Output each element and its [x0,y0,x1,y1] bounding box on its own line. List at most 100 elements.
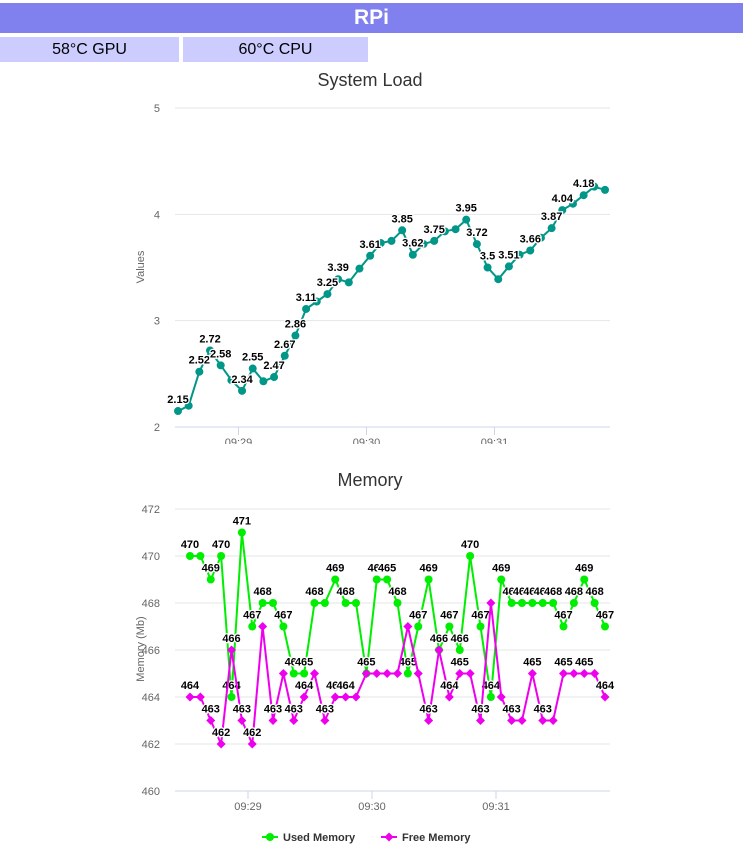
data-label: 465 [378,563,396,575]
data-point [476,622,485,631]
data-label: 465 [357,657,375,669]
data-point [497,575,506,584]
data-point [601,622,609,631]
data-label: 463 [285,704,303,716]
data-point [372,669,382,678]
data-point [279,622,288,631]
data-point [300,669,309,678]
data-point [424,575,433,584]
data-point [455,646,464,654]
data-point [344,278,353,287]
data-label: 468 [388,586,406,598]
data-point [341,599,350,607]
data-point [393,599,402,607]
data-point [445,622,454,631]
data-label: 2.72 [199,333,220,345]
data-label: 465 [451,657,469,669]
y-axis-title: Values [135,250,147,283]
data-label: 2.86 [285,319,306,331]
data-point [590,669,600,678]
y-tick-label: 464 [142,692,160,704]
data-point [216,361,225,370]
data-point [268,716,278,725]
data-point [269,599,277,607]
chart-title: System Load [317,70,422,90]
chart-title: Memory [337,470,402,490]
data-point [227,693,236,701]
data-point [320,716,330,725]
data-point [476,716,485,725]
y-tick-label: 470 [142,551,160,563]
data-point [559,669,568,678]
data-point [517,716,527,725]
data-label: 2.34 [231,374,253,386]
data-label: 465 [575,657,593,669]
data-label: 3.72 [466,227,487,239]
data-label: 470 [181,539,199,551]
data-label: 469 [419,563,437,575]
data-point [549,599,558,607]
data-point [320,599,329,607]
data-point [507,599,516,607]
data-point [518,599,526,607]
data-point [579,191,588,200]
y-tick-label: 468 [142,598,160,610]
data-label: 469 [326,563,344,575]
data-point [174,407,182,416]
data-point [451,225,460,234]
data-point [299,692,309,702]
data-label: 2.58 [210,348,231,360]
data-point [387,236,396,245]
data-point [289,716,299,725]
data-point [237,716,247,725]
data-point [455,669,465,678]
data-label: 3.5 [480,251,495,263]
data-point [579,669,589,678]
data-label: 2.67 [274,339,295,351]
app-title: RPi [0,3,743,33]
data-point [466,552,475,560]
data-label: 467 [409,610,427,622]
data-label: 2.52 [189,355,210,367]
data-point [270,373,279,382]
data-point [538,599,547,607]
data-label: 3.62 [402,238,423,250]
data-point [496,692,506,702]
x-tick-label: 09:31 [482,801,510,813]
data-point [398,226,407,235]
data-point [548,716,558,725]
data-point [424,716,434,725]
legend-marker [384,832,394,842]
data-point [206,575,215,584]
data-point [196,552,205,560]
data-point [383,575,392,584]
data-point [569,669,579,678]
data-label: 3.39 [327,262,348,274]
data-point [403,622,413,631]
y-tick-label: 462 [142,739,160,751]
data-point [355,264,364,273]
data-point [601,185,609,194]
data-label: 465 [523,657,541,669]
data-label: 466 [451,633,469,645]
data-label: 467 [596,610,614,622]
x-tick-label: 09:29 [234,801,262,813]
data-label: 464 [596,680,615,692]
data-point [559,622,568,631]
data-label: 469 [492,563,510,575]
data-point [590,599,599,607]
data-point [310,669,319,678]
data-point [216,739,226,749]
data-label: 3.87 [541,211,562,223]
data-point [483,263,492,272]
legend-item-label: Used Memory [283,832,356,844]
data-point [507,716,517,725]
data-point [526,246,535,255]
data-point [289,669,298,678]
y-tick-label: 4 [154,209,160,221]
data-point [382,669,392,678]
data-point [580,575,589,584]
data-point [259,377,268,386]
data-label: 2.15 [167,394,188,406]
data-label: 3.61 [359,239,380,251]
